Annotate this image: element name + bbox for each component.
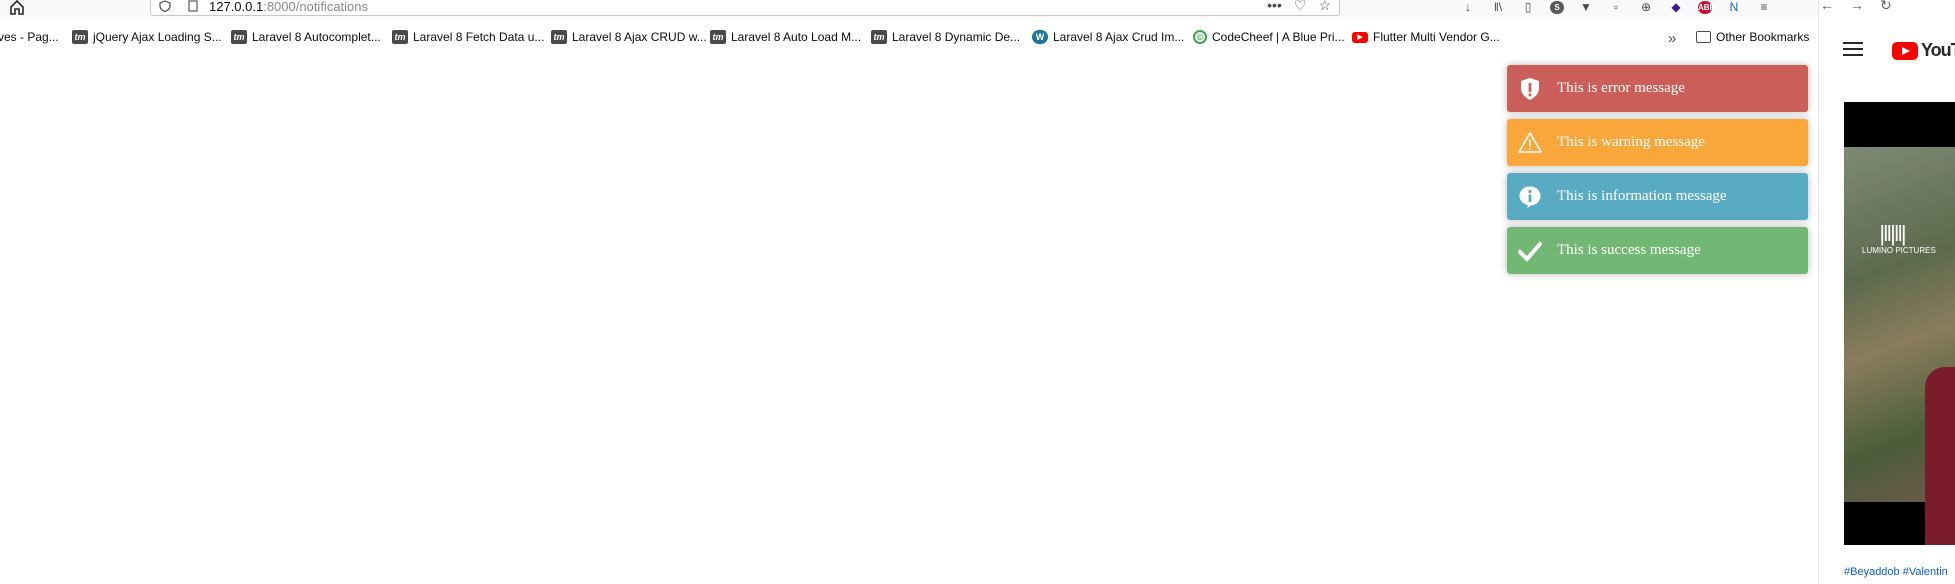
toast-message: This is success message	[1557, 242, 1701, 258]
toolbar-extensions: ↓ ‖\ ▯ S ▼ ▫ ⊕ ◆ ABP N ≡	[1460, 0, 1772, 14]
bookmark-label: jQuery Ajax Loading S...	[93, 30, 222, 44]
more-actions-icon[interactable]: •••	[1267, 0, 1282, 12]
toast-info[interactable]: This is information message	[1507, 173, 1808, 220]
shield-exclamation-icon	[1521, 78, 1539, 100]
bookmark-item[interactable]: tm Laravel 8 Ajax CRUD w...	[551, 30, 707, 44]
extension-n-icon[interactable]: N	[1726, 1, 1742, 14]
bookmark-item[interactable]: ves - Pag...	[0, 30, 59, 44]
download-icon[interactable]: ↓	[1460, 1, 1476, 14]
bookmark-label: Laravel 8 Fetch Data u...	[413, 30, 545, 44]
star-icon[interactable]: ☆	[1318, 0, 1331, 12]
back-arrow-icon[interactable]: ←	[1820, 0, 1834, 14]
pocket-icon[interactable]: ♡	[1294, 0, 1307, 12]
extension-s-icon[interactable]: S	[1550, 0, 1564, 14]
chevron-right-icon[interactable]: »	[1668, 30, 1677, 47]
reload-icon[interactable]: ↻	[1880, 0, 1892, 14]
adblock-icon[interactable]: ABP	[1698, 0, 1715, 14]
extension-grey-icon[interactable]: ▫	[1608, 1, 1624, 14]
sidebar-icon[interactable]: ▯	[1520, 1, 1536, 14]
bookmark-label: Flutter Multi Vendor G...	[1373, 30, 1500, 44]
youtube-play-icon	[1892, 41, 1918, 60]
bookmark-item[interactable]: tm jQuery Ajax Loading S...	[72, 30, 222, 44]
bookmarks-bar: ves - Pag... tm jQuery Ajax Loading S...…	[0, 24, 1820, 52]
other-bookmarks-label: Other Bookmarks	[1716, 30, 1810, 44]
bookmark-label: ves - Pag...	[0, 30, 59, 44]
tm-icon: tm	[551, 30, 567, 44]
wordpress-icon: W	[1032, 30, 1048, 44]
bookmark-item[interactable]: tm Laravel 8 Dynamic De...	[871, 30, 1020, 44]
video-hashtags[interactable]: #Beyaddob #Valentin	[1844, 566, 1948, 578]
menu-icon[interactable]: ≡	[1756, 1, 1772, 14]
video-watermark: |‖|‖| LUMINO PICTURES	[1862, 221, 1936, 256]
toast-message: This is information message	[1557, 188, 1727, 204]
tm-icon: tm	[392, 30, 408, 44]
bookmark-label: CodeCheef | A Blue Pri...	[1212, 30, 1345, 44]
bookmark-label: Laravel 8 Autocomplet...	[252, 30, 381, 44]
video-frame	[1844, 147, 1955, 545]
checkmark-icon	[1518, 241, 1542, 262]
globe-icon[interactable]: ⊕	[1638, 1, 1654, 14]
tm-icon: tm	[231, 30, 247, 44]
extension-gem-icon[interactable]: ◆	[1668, 1, 1684, 14]
bookmark-label: Laravel 8 Ajax Crud Im...	[1053, 30, 1185, 44]
shield-icon[interactable]	[159, 0, 171, 12]
url-actions: ••• ♡ ☆	[1267, 0, 1331, 12]
library-icon[interactable]: ‖\	[1490, 1, 1506, 14]
codecheef-icon: ©	[1193, 30, 1207, 44]
toast-warning[interactable]: This is warning message	[1507, 119, 1808, 166]
tm-icon: tm	[871, 30, 887, 44]
bookmark-item[interactable]: ▶ Flutter Multi Vendor G...	[1352, 30, 1500, 44]
browser-toolbar: 127.0.0.1:8000/notifications ••• ♡ ☆ ↓ ‖…	[0, 0, 1820, 17]
bookmark-item[interactable]: tm Laravel 8 Autocomplet...	[231, 30, 381, 44]
info-icon	[1519, 186, 1541, 208]
bookmark-label: Laravel 8 Ajax CRUD w...	[572, 30, 707, 44]
url-bar[interactable]: 127.0.0.1:8000/notifications ••• ♡ ☆	[150, 0, 1340, 16]
toast-error[interactable]: This is error message	[1507, 65, 1808, 112]
bookmark-item[interactable]: © CodeCheef | A Blue Pri...	[1193, 30, 1345, 44]
bookmark-label: Laravel 8 Auto Load M...	[731, 30, 862, 44]
toast-container: This is error message This is warning me…	[1507, 65, 1808, 281]
youtube-icon: ▶	[1352, 31, 1368, 43]
bookmark-item[interactable]: tm Laravel 8 Auto Load M...	[710, 30, 861, 44]
filter-icon[interactable]: ▼	[1578, 1, 1594, 14]
toast-success[interactable]: This is success message	[1507, 227, 1808, 274]
bookmark-item[interactable]: W Laravel 8 Ajax Crud Im...	[1032, 30, 1184, 44]
hamburger-menu-icon[interactable]	[1843, 42, 1863, 56]
url-text[interactable]: 127.0.0.1:8000/notifications	[209, 0, 368, 14]
video-player[interactable]: |‖|‖| LUMINO PICTURES	[1844, 102, 1955, 545]
lumino-logo-icon: |‖|‖|	[1879, 221, 1906, 246]
toast-message: This is warning message	[1557, 134, 1705, 150]
page-icon	[188, 0, 198, 12]
tm-icon: tm	[72, 30, 88, 44]
warning-triangle-icon	[1518, 132, 1542, 153]
tm-icon: tm	[710, 30, 726, 44]
toast-message: This is error message	[1557, 80, 1685, 96]
bookmark-item[interactable]: tm Laravel 8 Fetch Data u...	[392, 30, 544, 44]
youtube-logo-text: YouTu	[1921, 40, 1955, 60]
video-figure	[1925, 367, 1955, 545]
side-browser-nav: ← → ↻	[1820, 0, 1892, 14]
home-icon[interactable]	[6, 0, 28, 16]
url-host: 127.0.0.1	[209, 0, 264, 14]
forward-arrow-icon[interactable]: →	[1850, 0, 1864, 14]
video-watermark-text: LUMINO PICTURES	[1862, 246, 1936, 255]
youtube-logo[interactable]: YouTu	[1892, 40, 1955, 61]
folder-icon	[1696, 31, 1711, 43]
bookmark-label: Laravel 8 Dynamic De...	[892, 30, 1021, 44]
other-bookmarks[interactable]: Other Bookmarks	[1696, 30, 1809, 44]
url-path: :8000/notifications	[263, 0, 369, 14]
